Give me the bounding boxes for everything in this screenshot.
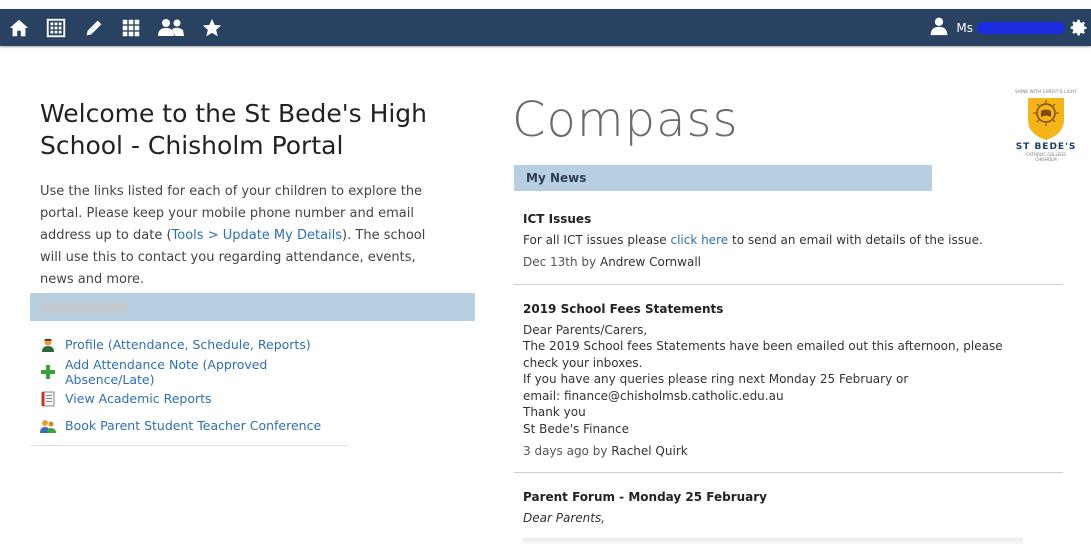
news-body-line: If you have any queries please ring next…: [523, 372, 909, 386]
grid-icon[interactable]: [120, 17, 142, 39]
news-item: 2019 School Fees Statements Dear Parents…: [523, 301, 1068, 460]
people-icon[interactable]: [157, 17, 185, 39]
ict-click-here-link[interactable]: click here: [671, 233, 729, 247]
crest-motto: SHINE WITH CHRIST'S LIGHT: [1015, 89, 1077, 94]
news-body-line: Dear Parents/Carers,: [523, 322, 648, 337]
news-body-line: Dear Parents,: [523, 510, 606, 525]
news-body-line: The 2019 School fees Statements have bee…: [523, 339, 1003, 370]
star-icon[interactable]: [201, 17, 223, 39]
truncated-text-fade: [523, 538, 1023, 544]
news-item-title[interactable]: ICT Issues: [523, 211, 1068, 228]
crest-subtitle-2: CHISHOLM: [1035, 157, 1057, 162]
school-crest: SHINE WITH CHRIST'S LIGHT ST BEDE'S CATH…: [1010, 89, 1082, 174]
news-item-body: For all ICT issues please click here to …: [523, 232, 1068, 249]
page-title: Welcome to the St Bede's High School - C…: [40, 99, 428, 160]
academic-reports-link-label: View Academic Reports: [65, 391, 212, 406]
conference-link[interactable]: Book Parent Student Teacher Conference: [30, 412, 348, 439]
news-item-title[interactable]: 2019 School Fees Statements: [523, 301, 1068, 318]
news-item: ICT Issues For all ICT issues please cli…: [523, 211, 1068, 271]
crest-title: ST BEDE'S: [1015, 142, 1077, 152]
calendar-icon[interactable]: [45, 17, 67, 39]
news-item-title[interactable]: Parent Forum - Monday 25 February: [523, 489, 1068, 506]
news-item-author: Andrew Cornwall: [599, 255, 701, 269]
report-icon: [40, 391, 56, 407]
update-details-link[interactable]: Tools > Update My Details: [172, 228, 343, 243]
attendance-note-link-label: Add Attendance Note (Approved Absence/La…: [65, 356, 268, 387]
news-item-meta: 3 days ago by Rachel Quirk: [523, 443, 1068, 460]
student-profile-icon: [40, 337, 56, 353]
my-news-header: My News: [514, 165, 932, 191]
news-body-text: to send an email with details of the iss…: [728, 232, 983, 247]
user-icon: [929, 16, 949, 40]
news-divider: [514, 284, 1063, 285]
news-item-author: Rachel Quirk: [611, 444, 688, 458]
conference-link-label: Book Parent Student Teacher Conference: [65, 418, 322, 433]
profile-link-label: Profile (Attendance, Schedule, Reports): [65, 337, 311, 352]
gear-icon[interactable]: [1069, 18, 1089, 38]
user-name: Ms: [956, 21, 973, 35]
attendance-note-link[interactable]: Add Attendance Note (Approved Absence/La…: [30, 356, 348, 387]
my-news-title: My News: [526, 171, 587, 185]
news-item-date: 3 days ago by: [523, 444, 608, 458]
news-item-meta: Dec 13th by Andrew Cornwall: [523, 254, 1068, 271]
news-item-date: Dec 13th by: [523, 255, 597, 269]
compass-logo: Compass: [512, 92, 739, 148]
redacted-child-name: [38, 302, 128, 313]
home-icon[interactable]: [8, 17, 30, 39]
child-header: [30, 293, 475, 321]
news-body-line: Thank you: [523, 405, 586, 419]
news-body-line: St Bede's Finance: [523, 421, 630, 436]
pencil-icon[interactable]: [83, 17, 105, 39]
news-body-line: email: finance@chisholmsb.catholic.edu.a…: [523, 388, 784, 403]
news-body-text: For all ICT issues please: [523, 232, 671, 247]
news-divider: [514, 472, 1063, 473]
profile-link[interactable]: Profile (Attendance, Schedule, Reports): [30, 331, 348, 358]
top-nav-bar: Ms: [0, 9, 1091, 46]
news-item: Parent Forum - Monday 25 February Dear P…: [523, 489, 1068, 526]
academic-reports-link[interactable]: View Academic Reports: [30, 385, 348, 412]
child-links-list: Profile (Attendance, Schedule, Reports) …: [30, 331, 348, 446]
crest-shield-icon: [1024, 96, 1068, 140]
plus-icon: [40, 364, 56, 380]
intro-text: Use the links listed for each of your ch…: [40, 181, 450, 291]
user-menu[interactable]: Ms: [929, 17, 1065, 39]
redacted-user-name: [977, 22, 1065, 34]
conference-icon: [40, 418, 56, 434]
